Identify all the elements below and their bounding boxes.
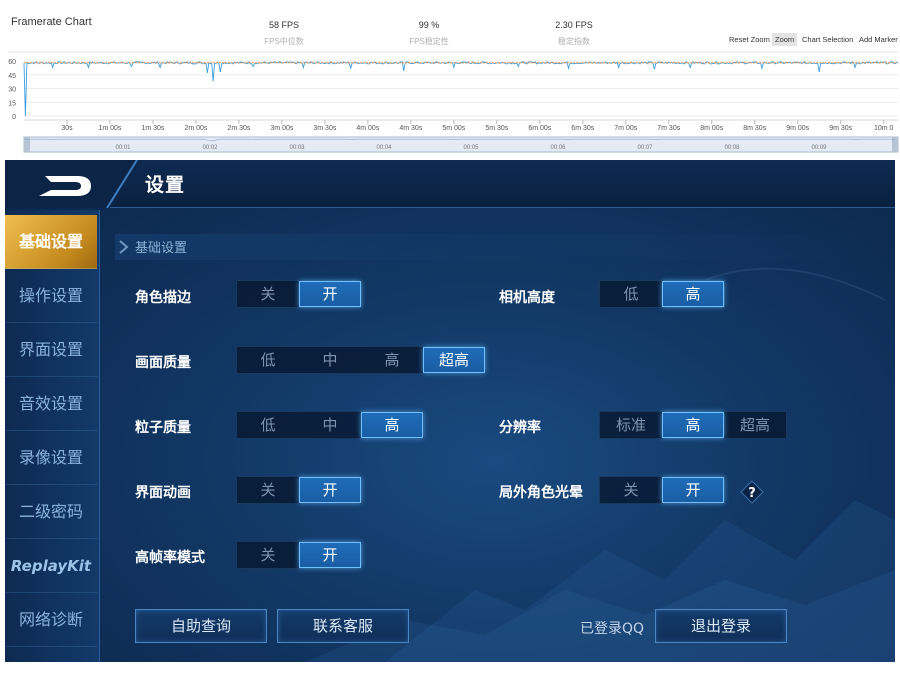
x-tick-label: 8m 30s — [743, 125, 766, 132]
quality-option[interactable]: 高 — [361, 347, 423, 373]
camera-height-label: 相机高度 — [499, 290, 555, 306]
high-framerate-label: 高帧率模式 — [135, 550, 205, 566]
navigator-tick-label: 00:05 — [463, 145, 479, 151]
outline-toggle: 关开 — [236, 280, 362, 308]
hfr-option[interactable]: 关 — [237, 542, 299, 568]
help-icon[interactable]: ? — [740, 480, 764, 504]
sidebar-item-recording[interactable]: 录像设置 — [5, 431, 97, 485]
camera-option[interactable]: 低 — [600, 281, 662, 307]
x-tick-label: 3m 30s — [313, 125, 336, 132]
ui-animation-label: 界面动画 — [135, 485, 191, 501]
character-halo-label: 局外角色光晕 — [499, 485, 583, 501]
outline-option[interactable]: 关 — [237, 281, 299, 307]
contact-support-button[interactable]: 联系客服 — [277, 609, 409, 643]
game-settings-screen: 设置 基础设置 操作设置 界面设置 音效设置 录像设置 二级密码 ReplayK… — [5, 160, 895, 662]
header-bar: 设置 — [5, 160, 895, 208]
x-tick-label: 10m 0 — [874, 125, 894, 132]
help-glyph: ? — [748, 486, 756, 501]
navigator-tick-label: 00:03 — [289, 145, 305, 151]
x-tick-label: 1m 00s — [98, 125, 121, 132]
camera-option[interactable]: 高 — [662, 281, 724, 307]
x-tick-label: 4m 00s — [356, 125, 379, 132]
navigator-tick-label: 00:09 — [811, 145, 827, 151]
logout-button[interactable]: 退出登录 — [655, 609, 787, 643]
x-tick-label: 9m 00s — [786, 125, 809, 132]
ui_anim-option[interactable]: 开 — [299, 477, 361, 503]
x-tick-label: 30s — [61, 125, 73, 132]
framerate-plot[interactable]: 60 45 30 15 0 30s 1m 00s 1m 30s 2m 00s 2m 30s 3m 0… — [0, 0, 900, 158]
settings-sidebar: 基础设置 操作设置 界面设置 音效设置 录像设置 二级密码 ReplayKit … — [5, 210, 100, 662]
sidebar-item-interface[interactable]: 界面设置 — [5, 323, 97, 377]
high-framerate-toggle: 关开 — [236, 541, 362, 569]
sidebar-item-controls[interactable]: 操作设置 — [5, 269, 97, 323]
y-tick-label: 15 — [8, 100, 16, 107]
section-title: 基础设置 — [135, 241, 188, 256]
x-tick-label: 7m 30s — [657, 125, 680, 132]
chevron-right-icon — [119, 240, 129, 254]
sidebar-item-secondary-password[interactable]: 二级密码 — [5, 485, 97, 539]
particle-option[interactable]: 高 — [361, 412, 423, 438]
resolution-option[interactable]: 超高 — [724, 412, 786, 438]
particle-option[interactable]: 中 — [299, 412, 361, 438]
navigator-tick-label: 00:06 — [550, 145, 566, 151]
y-tick-label: 0 — [12, 114, 16, 121]
resolution-label: 分辨率 — [499, 420, 541, 436]
hfr-option[interactable]: 开 — [299, 542, 361, 568]
navigator-tick-label: 00:01 — [115, 145, 131, 151]
halo-option[interactable]: 关 — [600, 477, 662, 503]
resolution-selector: 标准高超高 — [599, 411, 787, 439]
x-tick-label: 7m 00s — [614, 125, 637, 132]
navigator-tick-label: 00:07 — [637, 145, 653, 151]
quality-option[interactable]: 超高 — [423, 347, 485, 373]
self-help-button[interactable]: 自助查询 — [135, 609, 267, 643]
section-header: 基础设置 — [115, 234, 885, 260]
framerate-chart-panel: Framerate Chart 58 FPS FPS中位数 99 % FPS稳定… — [0, 0, 900, 158]
ui-animation-toggle: 关开 — [236, 476, 362, 504]
resolution-option[interactable]: 高 — [662, 412, 724, 438]
navigator-tick-label: 00:08 — [724, 145, 740, 151]
graphics-quality-label: 画面质量 — [135, 355, 191, 371]
halo-option[interactable]: 开 — [662, 477, 724, 503]
particle-option[interactable]: 低 — [237, 412, 299, 438]
quality-option[interactable]: 中 — [299, 347, 361, 373]
camera-height-toggle: 低高 — [599, 280, 725, 308]
graphics-quality-selector: 低中高超高 — [236, 346, 486, 374]
outline-label: 角色描边 — [135, 290, 191, 306]
sidebar-item-network-diagnosis[interactable]: 网络诊断 — [5, 593, 97, 647]
x-tick-label: 5m 00s — [442, 125, 465, 132]
particle-quality-selector: 低中高 — [236, 411, 424, 439]
character-halo-toggle: 关开 — [599, 476, 725, 504]
resolution-option[interactable]: 标准 — [600, 412, 662, 438]
x-tick-label: 8m 00s — [700, 125, 723, 132]
sidebar-item-audio[interactable]: 音效设置 — [5, 377, 97, 431]
y-tick-label: 60 — [8, 59, 16, 66]
y-tick-label: 30 — [8, 87, 16, 94]
back-button[interactable] — [5, 160, 140, 208]
x-tick-label: 1m 30s — [141, 125, 164, 132]
quality-option[interactable]: 低 — [237, 347, 299, 373]
x-tick-label: 3m 00s — [270, 125, 293, 132]
navigator-tick-label: 00:04 — [376, 145, 392, 151]
outline-option[interactable]: 开 — [299, 281, 361, 307]
sidebar-item-replaykit[interactable]: ReplayKit — [5, 539, 97, 593]
particle-quality-label: 粒子质量 — [135, 420, 191, 436]
login-status-text: 已登录QQ — [580, 621, 645, 637]
x-tick-label: 2m 30s — [227, 125, 250, 132]
x-tick-label: 5m 30s — [485, 125, 508, 132]
x-tick-label: 9m 30s — [829, 125, 852, 132]
x-tick-label: 6m 30s — [571, 125, 594, 132]
x-tick-label: 2m 00s — [184, 125, 207, 132]
y-tick-label: 45 — [8, 73, 16, 80]
sidebar-item-basic[interactable]: 基础设置 — [5, 215, 97, 269]
x-tick-label: 4m 30s — [399, 125, 422, 132]
navigator-tick-label: 00:02 — [202, 145, 218, 151]
page-title: 设置 — [145, 174, 186, 196]
ui_anim-option[interactable]: 关 — [237, 477, 299, 503]
x-tick-label: 6m 00s — [528, 125, 551, 132]
